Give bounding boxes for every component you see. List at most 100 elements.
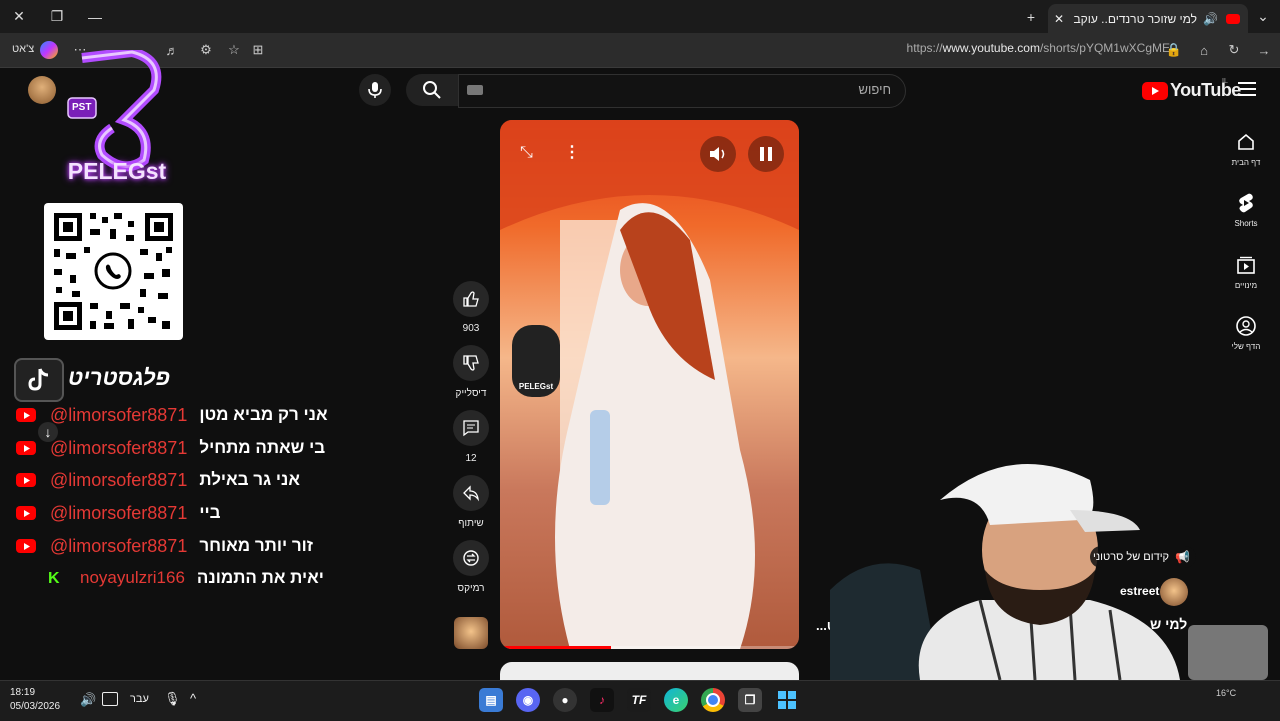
nav-account[interactable]: הדף שלי [1226,314,1266,351]
like-button[interactable] [453,281,489,317]
avatar[interactable] [28,76,56,104]
discord-app-icon[interactable]: ◉ [516,688,540,712]
mute-button[interactable] [700,136,736,172]
chat-username: noyayulzri166 [80,568,185,587]
promote-chip[interactable]: קידום של סרטוני 📢 [1090,546,1196,568]
tiktok-logo-icon [14,358,64,402]
comments-button[interactable] [453,410,489,446]
browser-tab[interactable]: 🔊 למי שזוכר טרנדים.. עוקב = כסף ✕ [1048,4,1248,33]
home-browser-icon[interactable]: ⌂ [1194,40,1214,60]
favorite-star-icon[interactable]: ☆ [224,40,244,60]
task-view-icon[interactable]: ❐ [738,688,762,712]
chat-username: @limorsofer8871 [50,437,188,458]
voice-search-button[interactable] [359,74,391,106]
nav-shorts-label: Shorts [1234,219,1258,228]
dislike-button[interactable] [453,345,489,381]
thumbs-down-icon [463,355,479,371]
volume-tray-icon[interactable]: 🔊 [80,692,96,708]
profile-label[interactable]: צ'אט [12,43,34,55]
language-indicator[interactable]: עבר [130,693,149,705]
search-placeholder: חיפוש [858,82,891,97]
split-screen-icon[interactable]: ⊞ [248,40,268,60]
minimize-window-icon[interactable]: — [76,0,114,33]
url-text[interactable]: https://www.youtube.com/shorts/pYQM1wXCg… [840,41,1170,59]
mic-tray-icon[interactable]: 🎙 [164,691,181,707]
video-progress-bar[interactable] [500,646,799,649]
video-progress-fill [500,646,611,649]
settings-gear-icon[interactable]: ⚙ [196,40,216,60]
windows-start-icon[interactable] [775,688,799,712]
chrome-app-icon[interactable] [701,688,725,712]
chat-message: @limorsofer8871 ביי [16,502,221,524]
refresh-icon[interactable]: ↻ [1224,40,1244,60]
shorts-video-player[interactable]: PELEGst ⤡ ⋮ [500,120,799,649]
lock-icon[interactable]: 🔒 [1164,40,1184,60]
channel-avatar[interactable] [1160,578,1188,606]
search-input[interactable]: חיפוש [458,74,906,108]
new-tab-icon[interactable]: + [1012,0,1050,33]
subscriptions-icon [1237,256,1255,274]
edge-app-icon[interactable]: e [664,688,688,712]
kick-badge-icon: K [48,570,60,587]
youtube-logo-text: YouTube [1170,80,1241,100]
remix-icon [463,550,479,566]
tray-expand-chevron-icon[interactable]: ^ [190,691,196,706]
channel-name-partial[interactable]: estreet [1120,584,1159,598]
nav-home-label: דף הבית [1231,158,1261,167]
scroll-down-icon[interactable]: ↓ [38,422,58,442]
chat-text: אני רק מביא מטן [199,405,328,424]
chat-username: @limorsofer8871 [50,502,188,523]
chat-username: @limorsofer8871 [50,469,188,490]
tiktok-app-icon[interactable]: ♪ [590,688,614,712]
chat-message: @limorsofer8871 אני גר באילת [16,469,300,491]
share-label: שיתוף [458,518,484,529]
youtube-badge-icon [16,539,36,553]
restore-window-icon[interactable]: ❐ [38,0,76,33]
close-window-icon[interactable]: ✕ [0,0,38,33]
dislike-label: דיסלייק [455,388,487,399]
weather-text[interactable]: 16°C [1216,688,1236,698]
search-button[interactable] [406,74,458,106]
tab-list-chevron-icon[interactable]: ⌄ [1246,0,1280,33]
share-icon [463,485,479,502]
share-button[interactable] [453,475,489,511]
sound-thumbnail[interactable] [454,617,488,649]
obs-app-icon[interactable]: ● [553,688,577,712]
chat-username: @limorsofer8871 [50,535,188,556]
logo-text: PELEGst [67,158,167,184]
streamer-webcam [830,440,1280,681]
youtube-badge-icon [16,473,36,487]
nav-shorts[interactable]: Shorts [1226,191,1266,228]
video-more-icon[interactable]: ⋮ [564,142,580,162]
network-tray-icon[interactable] [102,692,118,706]
home-icon [1238,133,1254,150]
microphone-icon [368,82,382,98]
files-app-icon[interactable]: ▤ [479,688,503,712]
next-short-preview[interactable] [500,662,799,680]
pelegst-logo: PST PELEGst [54,46,180,190]
tab-title: למי שזוכר טרנדים.. עוקב = כסף [1070,11,1198,26]
close-tab-icon[interactable]: ✕ [1054,12,1064,26]
chat-message: K noyayulzri166 יאית את התמונה [48,567,324,589]
chat-text: יאית את התמונה [196,568,324,587]
taskbar-clock[interactable]: 18:19 05/03/2026 [10,686,60,714]
youtube-badge-icon [16,441,36,455]
nav-subscriptions[interactable]: מינויים [1226,253,1266,290]
tf-app-icon[interactable]: TF [627,688,651,712]
back-arrow-icon[interactable]: → [1254,40,1274,60]
fullscreen-icon[interactable]: ⤡ [520,144,533,162]
chat-message: @limorsofer8871 בי שאתה מתחיל [16,437,325,459]
chat-text: זור יותר מאוחר [199,536,313,555]
nav-account-label: הדף שלי [1231,342,1261,351]
pause-button[interactable] [748,136,784,172]
speaker-icon[interactable]: 🔊 [1203,12,1218,26]
chat-message: @limorsofer8871 אני רק מביא מטן [16,404,328,426]
chat-text: בי שאתה מתחיל [199,438,326,457]
chat-username: @limorsofer8871 [50,404,188,425]
remix-button[interactable] [453,540,489,576]
keyboard-icon[interactable] [467,85,483,95]
webcam-scene [830,464,1268,681]
comment-count: 12 [465,453,477,464]
remix-label: רמיקס [457,583,485,594]
nav-home[interactable]: דף הבית [1226,130,1266,167]
